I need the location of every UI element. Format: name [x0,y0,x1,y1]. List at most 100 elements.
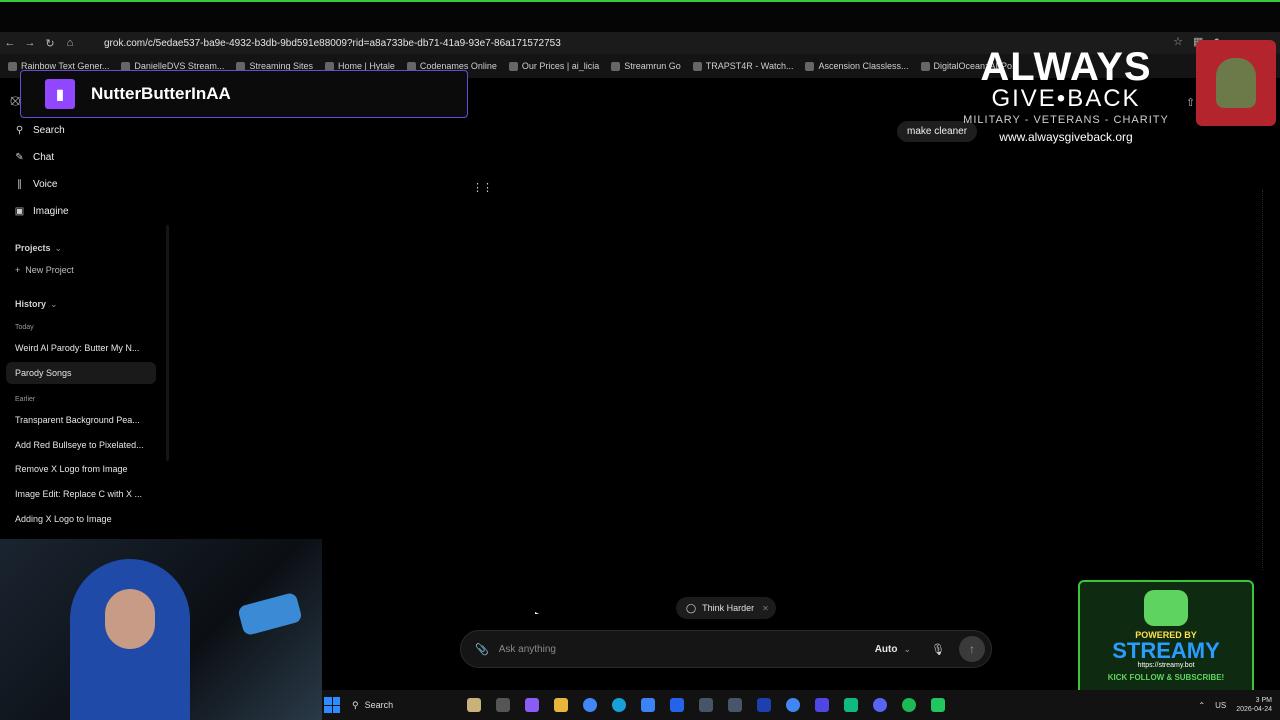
app-icon[interactable] [931,698,945,712]
streamy-url: https://streamy.bot [1137,662,1195,669]
search-icon: ⚲ [15,125,24,136]
task-view-icon[interactable] [496,698,510,712]
windows-start-icon[interactable] [324,697,340,713]
bookmark-item[interactable]: TRAPST4R - Watch... [692,61,794,71]
bookmark-favicon-icon [508,61,518,71]
chat-composer: 📎 Auto ⌄ 🎙 ↑ [460,630,992,668]
clock-date: 2026-04-24 [1236,706,1272,713]
bookmark-label: Streamrun Go [624,61,681,71]
back-icon[interactable]: ← [0,37,20,49]
chrome-icon[interactable] [786,698,800,712]
clock-time: 3 PM [1255,697,1272,704]
streamy-name: STREAMY [1112,638,1220,663]
microphone-icon[interactable]: 🎙 [931,643,945,656]
close-icon[interactable]: ✕ [762,604,769,613]
new-project-label: New Project [25,265,74,275]
forward-icon[interactable]: → [20,37,40,49]
reload-icon[interactable]: ↻ [40,37,60,50]
always-give-back-overlay: ALWAYS GIVE•BACK MILITARY - VETERANS - C… [960,45,1172,144]
webcam-microphone [237,591,303,637]
app-icon[interactable] [815,698,829,712]
sidebar-item-imagine[interactable]: ▣ Imagine [14,206,69,217]
bookmark-item[interactable]: Ascension Classless... [805,61,909,71]
star-icon[interactable]: ☆ [1173,35,1183,48]
share-icon[interactable]: ⇧ [1186,96,1195,109]
history-item[interactable]: Transparent Background Pea... [15,415,155,425]
bookmark-favicon-icon [8,61,17,71]
streamy-kick: KICK FOLLOW & SUBSCRIBE! [1107,673,1225,682]
window-top-strip [0,0,1280,32]
clock[interactable]: 3 PM 2026-04-24 [1236,696,1272,714]
edge-icon[interactable] [612,698,626,712]
discord-icon[interactable] [873,698,887,712]
history-item[interactable]: Remove X Logo from Image [15,464,155,474]
model-mode-select[interactable]: Auto [875,644,898,655]
windows-taskbar: ⚲ Search ⌃ US 3 PM 2026-04-24 [322,690,1280,720]
history-header[interactable]: History ⌄ [15,299,58,310]
chevron-down-icon[interactable]: ⌄ [903,644,911,655]
bookmark-favicon-icon [920,61,930,71]
agb-line1: ALWAYS [980,45,1152,89]
lightbulb-icon: ◯ [686,602,697,613]
taskbar-search[interactable]: ⚲ Search [352,700,452,711]
grok-logo-icon[interactable]: ⦻ [10,92,21,110]
sidebar-item-label: Chat [33,152,55,163]
bookmark-favicon-icon [611,61,621,71]
sidebar-item-chat[interactable]: ✎ Chat [14,152,54,163]
sidebar-item-label: Search [33,125,65,136]
projects-header[interactable]: Projects ⌄ [15,243,62,254]
copilot-icon[interactable] [525,698,539,712]
search-icon: ⚲ [352,699,359,710]
bookmark-label: TRAPST4R - Watch... [705,61,794,71]
robot-icon [1144,590,1188,626]
sidebar-scrollbar[interactable] [166,225,169,461]
outlook-icon[interactable] [670,698,684,712]
bookmark-item[interactable]: Our Prices | ai_licia [508,61,599,71]
app-icon[interactable] [757,698,771,712]
history-item-active[interactable]: Parody Songs [6,362,156,384]
lang-indicator[interactable]: US [1215,701,1226,710]
chevron-up-icon[interactable]: ⌃ [1198,701,1205,710]
mouse-cursor [535,612,539,614]
history-item[interactable]: Add Red Bullseye to Pixelated... [15,440,155,450]
new-project-button[interactable]: + New Project [15,265,74,275]
agb-line2: GIVE•BACK [991,85,1141,112]
sidebar-item-label: Voice [33,179,58,190]
url-text[interactable]: grok.com/c/5edae537-ba9e-4932-b3db-9bd59… [104,38,561,49]
chrome-icon[interactable] [583,698,597,712]
twitch-overlay: ▮ NutterButterInAA [20,70,468,118]
agb-website: www.alwaysgiveback.org [999,130,1133,144]
attach-icon[interactable]: 📎 [475,643,489,656]
file-explorer-icon[interactable] [554,698,568,712]
app-icon[interactable] [844,698,858,712]
bookmark-favicon-icon [805,61,815,71]
streamy-overlay: POWERED BY STREAMY https://streamy.bot K… [1078,580,1254,702]
history-group-earlier: Earlier [15,396,36,403]
twitch-icon: ▮ [45,79,75,109]
history-item[interactable]: Image Edit: Replace C with X ... [15,489,155,499]
send-button[interactable]: ↑ [959,636,985,662]
plus-icon: + [15,265,21,275]
think-harder-label: Think Harder [702,603,755,613]
chevron-down-icon: ⌄ [50,299,58,309]
app-icon[interactable] [699,698,713,712]
history-item[interactable]: Weird Al Parody: Butter My N... [15,343,155,353]
store-icon[interactable] [641,698,655,712]
chat-input[interactable] [498,643,869,655]
system-tray: ⌃ US 3 PM 2026-04-24 [1198,690,1280,720]
spotify-icon[interactable] [902,698,916,712]
app-icon[interactable] [728,698,742,712]
soldier-logo-icon [1196,40,1276,126]
history-item[interactable]: Adding X Logo to Image [15,514,155,524]
voice-icon: ∥ [17,179,22,190]
history-label: History [15,299,47,309]
bookmark-item[interactable]: Streamrun Go [611,61,681,71]
sidebar-item-search[interactable]: ⚲ Search [14,125,65,136]
sidebar-item-voice[interactable]: ∥ Voice [14,179,57,190]
image-icon: ▣ [14,206,25,217]
drag-handle-icon[interactable]: ⋮⋮ [472,181,493,194]
main-scrollbar[interactable] [1262,190,1266,570]
home-icon[interactable]: ⌂ [60,37,80,49]
widgets-icon[interactable] [467,698,481,712]
think-harder-button[interactable]: ◯ Think Harder ✕ [676,597,776,619]
